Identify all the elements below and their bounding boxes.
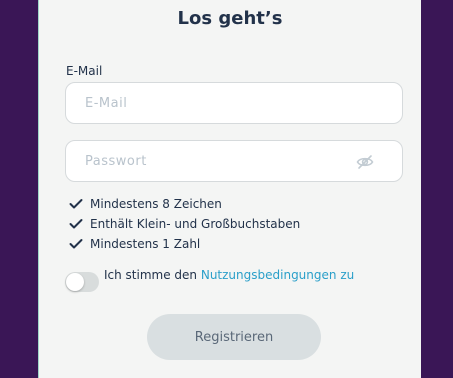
eye-off-icon[interactable]	[356, 154, 374, 170]
requirement-item: Enthält Klein- und Großbuchstaben	[69, 214, 300, 234]
terms-toggle[interactable]	[65, 272, 99, 292]
password-field[interactable]	[85, 153, 345, 169]
requirement-label: Mindestens 1 Zahl	[90, 237, 201, 251]
email-field[interactable]	[85, 95, 345, 111]
password-requirements: Mindestens 8 Zeichen Enthält Klein- und …	[69, 194, 300, 254]
password-field-container[interactable]	[65, 140, 403, 182]
terms-link[interactable]: Nutzungsbedingungen zu	[201, 268, 354, 282]
register-button[interactable]: Registrieren	[147, 314, 321, 360]
email-label: E-Mail	[66, 64, 103, 78]
terms-consent: Ich stimme den Nutzungsbedingungen zu	[65, 268, 354, 292]
terms-consent-text: Ich stimme den Nutzungsbedingungen zu	[104, 268, 354, 282]
requirement-label: Mindestens 8 Zeichen	[90, 197, 222, 211]
terms-consent-prefix: Ich stimme den	[104, 268, 201, 282]
requirement-item: Mindestens 8 Zeichen	[69, 194, 300, 214]
registration-card: Los geht’s E-Mail Mindestens 8 Zeichen E…	[38, 0, 421, 378]
checkmark-icon	[69, 239, 83, 249]
requirement-label: Enthält Klein- und Großbuchstaben	[90, 217, 301, 231]
requirement-item: Mindestens 1 Zahl	[69, 234, 300, 254]
email-field-container[interactable]	[65, 82, 403, 124]
checkmark-icon	[69, 219, 83, 229]
checkmark-icon	[69, 199, 83, 209]
page-title: Los geht’s	[177, 8, 283, 29]
toggle-knob	[66, 273, 84, 291]
